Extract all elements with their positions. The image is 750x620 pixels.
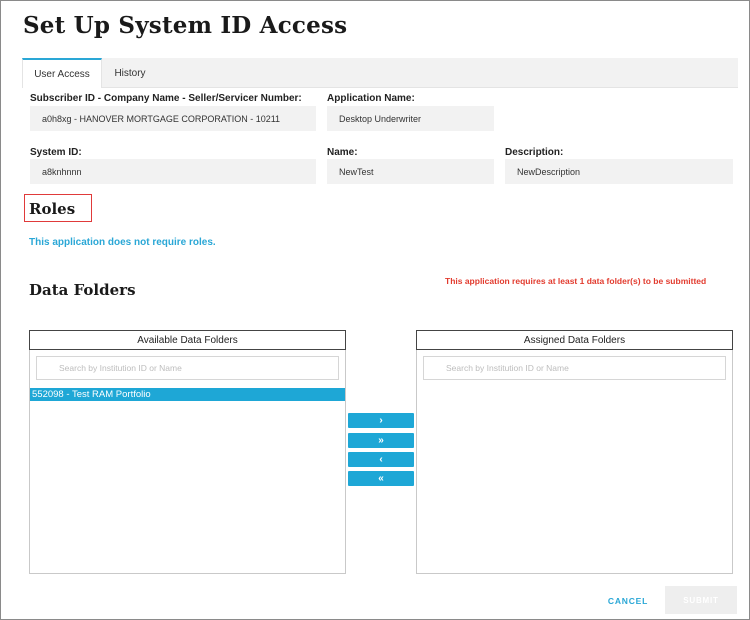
application-name-value: Desktop Underwriter <box>327 106 494 131</box>
description-label: Description: <box>505 147 564 158</box>
available-folders-search-input[interactable] <box>36 356 339 380</box>
system-id-label: System ID: <box>30 147 82 158</box>
move-all-right-button[interactable]: » <box>348 433 414 448</box>
tab-user-access[interactable]: User Access <box>22 58 102 89</box>
system-id-value: a8knhnnn <box>30 159 316 184</box>
available-folder-item[interactable]: 552098 - Test RAM Portfolio <box>30 388 345 401</box>
tab-history[interactable]: History <box>102 58 158 88</box>
move-all-left-button[interactable]: « <box>348 471 414 486</box>
assigned-folders-header: Assigned Data Folders <box>416 330 733 350</box>
roles-heading: Roles <box>29 200 76 218</box>
available-folders-header: Available Data Folders <box>29 330 346 350</box>
tab-bar: User Access History <box>22 58 738 89</box>
submit-button[interactable]: SUBMIT <box>665 586 737 614</box>
available-folders-panel: Available Data Folders 552098 - Test RAM… <box>29 330 346 574</box>
move-selected-left-button[interactable]: ‹ <box>348 452 414 467</box>
subscriber-label: Subscriber ID - Company Name - Seller/Se… <box>30 93 302 104</box>
assigned-folders-search-input[interactable] <box>423 356 726 380</box>
roles-message: This application does not require roles. <box>29 237 216 248</box>
application-name-label: Application Name: <box>327 93 415 104</box>
assigned-folders-panel: Assigned Data Folders <box>416 330 733 574</box>
cancel-button[interactable]: CANCEL <box>598 592 658 610</box>
move-selected-right-button[interactable]: › <box>348 413 414 428</box>
data-folders-heading: Data Folders <box>29 281 136 299</box>
name-value: NewTest <box>327 159 494 184</box>
page-title: Set Up System ID Access <box>23 12 348 39</box>
description-value: NewDescription <box>505 159 733 184</box>
name-label: Name: <box>327 147 358 158</box>
subscriber-value: a0h8xg - HANOVER MORTGAGE CORPORATION - … <box>30 106 316 131</box>
data-folder-warning: This application requires at least 1 dat… <box>445 276 707 286</box>
